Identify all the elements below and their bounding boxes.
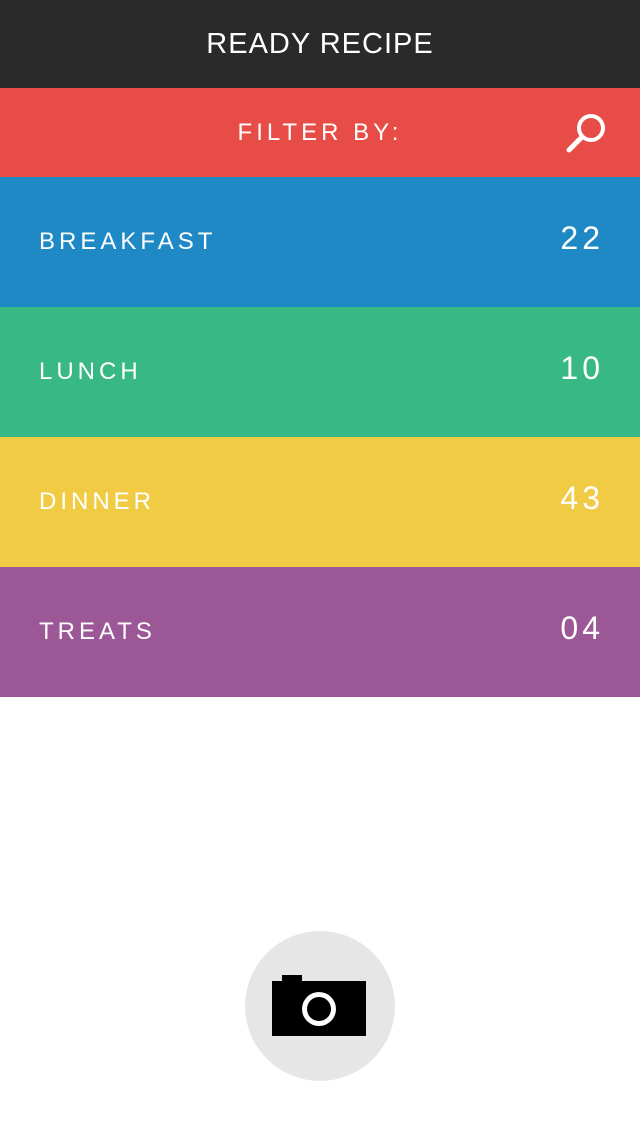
category-breakfast[interactable]: BREAKFAST 22 (0, 177, 640, 307)
app-title: READY RECIPE (206, 27, 434, 60)
filter-label: FILTER BY: (237, 118, 403, 146)
category-count: 10 (560, 349, 604, 386)
category-label: DINNER (39, 488, 156, 515)
camera-icon (272, 975, 366, 1036)
category-label: BREAKFAST (39, 228, 217, 255)
search-icon (566, 114, 605, 153)
category-label: TREATS (39, 618, 156, 645)
filter-bar: FILTER BY: (0, 88, 640, 177)
app-screen: READY RECIPE FILTER BY: BREAKFAST 22 LUN… (0, 0, 640, 1136)
search-button[interactable] (564, 110, 610, 156)
camera-button[interactable] (245, 931, 395, 1081)
title-bar: READY RECIPE (0, 0, 640, 88)
category-count: 43 (560, 479, 604, 516)
category-lunch[interactable]: LUNCH 10 (0, 307, 640, 437)
category-treats[interactable]: TREATS 04 (0, 567, 640, 697)
category-label: LUNCH (39, 358, 142, 385)
category-count: 04 (560, 609, 604, 646)
category-count: 22 (560, 219, 604, 256)
category-dinner[interactable]: DINNER 43 (0, 437, 640, 567)
